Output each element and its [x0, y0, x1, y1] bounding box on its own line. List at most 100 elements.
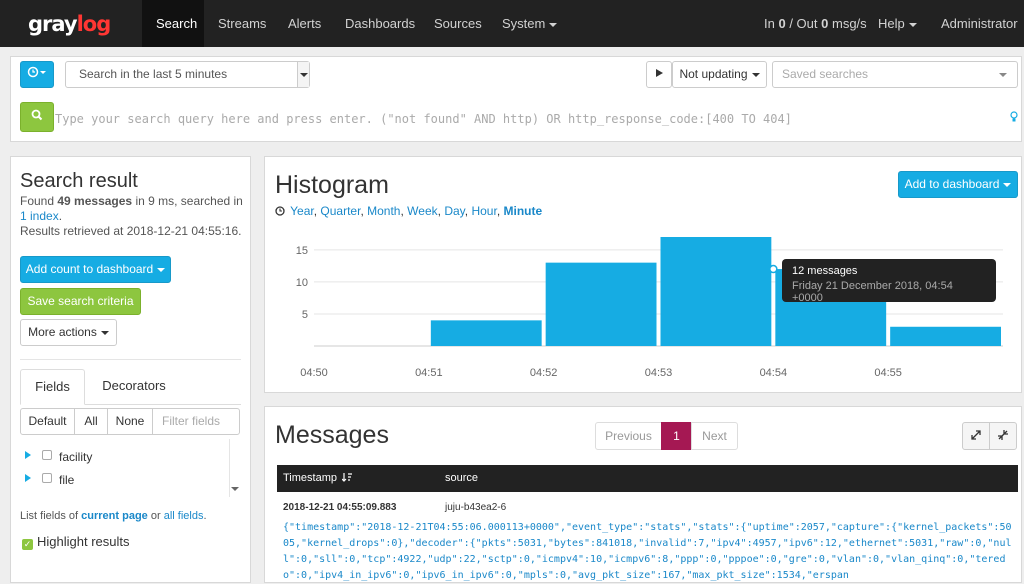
list-fields-prefix: List fields of: [20, 510, 79, 522]
histogram-title: Histogram: [275, 171, 389, 199]
checkbox-checked-icon[interactable]: ✓: [22, 539, 33, 550]
search-submit-button[interactable]: [20, 102, 54, 132]
saved-searches-select[interactable]: Saved searches: [772, 61, 1018, 88]
comma: ,: [313, 204, 318, 218]
nav-alerts[interactable]: Alerts: [274, 0, 335, 47]
chevron-down-icon: [549, 22, 558, 27]
list-fields-of: List fields of current page or all field…: [20, 510, 207, 522]
sort-descending-icon[interactable]: [341, 472, 353, 482]
x-tick-label: 04:54: [760, 367, 788, 379]
nav-sources[interactable]: Sources: [420, 0, 496, 47]
resolution-year[interactable]: Year: [290, 204, 314, 218]
more-actions-label: More actions: [28, 325, 97, 339]
add-to-dashboard-label: Add to dashboard: [904, 177, 1000, 191]
field-list-scrollbar[interactable]: [229, 439, 241, 497]
message-timestamp[interactable]: 2018-12-21 04:55:09.883: [283, 502, 396, 513]
nav-streams[interactable]: Streams: [204, 0, 280, 47]
pager-page-1[interactable]: 1: [661, 422, 692, 450]
found-count: 49 messages: [57, 194, 133, 208]
time-range-select[interactable]: Search in the last 5 minutes: [65, 61, 310, 88]
caret-right-icon[interactable]: [25, 451, 31, 459]
save-search-criteria-button[interactable]: Save search criteria: [20, 288, 141, 315]
resolution-hour[interactable]: Hour: [471, 204, 496, 218]
lightbulb-icon[interactable]: [1010, 111, 1018, 123]
field-checkbox[interactable]: [42, 473, 52, 483]
expand-button[interactable]: [962, 422, 990, 450]
chevron-down-icon: [999, 73, 1007, 77]
histogram-bar[interactable]: [545, 262, 657, 346]
pager-previous[interactable]: Previous: [595, 422, 662, 450]
logo-gray-text: gray: [28, 12, 78, 36]
nav-user-menu[interactable]: Administrator: [927, 0, 1024, 74]
histogram-bar[interactable]: [890, 326, 1001, 346]
clock-icon: [275, 206, 285, 216]
caret-right-icon[interactable]: [25, 474, 31, 482]
expand-icon: [971, 430, 981, 440]
search-query-input[interactable]: Type your search query here and press en…: [55, 108, 985, 130]
chevron-down-icon: [100, 330, 109, 335]
current-page-link[interactable]: current page: [81, 510, 148, 522]
resolution-quarter[interactable]: Quarter: [320, 204, 360, 218]
tab-decorators[interactable]: Decorators: [90, 369, 178, 405]
highlight-results-toggle[interactable]: ✓ Highlight results: [22, 534, 130, 550]
column-timestamp[interactable]: Timestamp: [283, 472, 353, 484]
throughput-in-value: 0: [778, 16, 786, 31]
all-fields-link[interactable]: all fields: [164, 510, 204, 522]
more-actions-button[interactable]: More actions: [20, 319, 117, 346]
field-checkbox[interactable]: [42, 450, 52, 460]
found-prefix: Found: [20, 194, 55, 208]
resolution-week[interactable]: Week: [407, 204, 437, 218]
y-tick-label: 5: [302, 309, 308, 321]
column-source[interactable]: source: [445, 472, 478, 484]
messages-table-header: Timestamp source: [277, 465, 1018, 492]
filter-all-button[interactable]: All: [74, 408, 108, 435]
chevron-down-icon: [157, 267, 166, 272]
search-result-title: Search result: [20, 170, 138, 192]
message-content[interactable]: {"timestamp":"2018-12-21T04:55:06.000113…: [283, 520, 1013, 584]
add-count-label: Add count to dashboard: [25, 262, 154, 276]
histogram-bar[interactable]: [430, 320, 542, 346]
resolution-month[interactable]: Month: [367, 204, 400, 218]
histogram-tooltip: 12 messages Friday 21 December 2018, 04:…: [782, 259, 996, 304]
add-to-dashboard-button[interactable]: Add to dashboard: [898, 171, 1018, 198]
play-icon: [656, 69, 663, 77]
nav-help[interactable]: Help: [864, 0, 931, 47]
collapse-button[interactable]: [989, 422, 1017, 450]
nav-help-label: Help: [878, 16, 905, 31]
nav-system[interactable]: System: [488, 0, 571, 47]
chevron-down-icon: [1003, 182, 1012, 187]
index-link[interactable]: 1 index: [20, 209, 59, 223]
graylog-logo[interactable]: graylog: [28, 12, 112, 36]
retrieved-at: Results retrieved at 2018-12-21 04:55:16…: [20, 224, 242, 238]
throughput-in-label: In: [764, 16, 775, 31]
column-timestamp-label: Timestamp: [283, 472, 337, 484]
pager-next[interactable]: Next: [691, 422, 738, 450]
tab-fields[interactable]: Fields: [20, 369, 85, 405]
found-mid: in 9 ms, searched in: [135, 194, 243, 208]
nav-search[interactable]: Search: [142, 0, 204, 47]
resolution-minute[interactable]: Minute: [504, 204, 543, 218]
filter-fields-input[interactable]: Filter fields: [152, 408, 240, 435]
x-tick-label: 04:52: [530, 367, 558, 379]
play-button[interactable]: [646, 61, 672, 88]
throughput-out-value: 0: [821, 16, 829, 31]
time-range-type-button[interactable]: [20, 61, 54, 88]
histogram-chart[interactable]: 5 10 15 04:50 04:51 04:52 04:53 04:54 04:55: [288, 225, 1018, 385]
collapse-icon: [998, 430, 1008, 440]
histogram-bar[interactable]: [660, 237, 772, 346]
logo-log-text: log: [76, 12, 112, 36]
x-tick-label: 04:51: [415, 367, 443, 379]
y-tick-label: 10: [296, 277, 308, 289]
add-count-to-dashboard-button[interactable]: Add count to dashboard: [20, 256, 171, 283]
nav-user-label: Administrator: [941, 16, 1018, 31]
period: .: [203, 510, 207, 522]
filter-default-button[interactable]: Default: [20, 408, 75, 435]
refresh-interval-dropdown[interactable]: Not updating: [672, 61, 767, 88]
search-result-summary: Found 49 messages in 9 ms, searched in 1…: [20, 194, 245, 239]
filter-none-button[interactable]: None: [107, 408, 153, 435]
messages-title: Messages: [275, 421, 389, 449]
nav-dashboards[interactable]: Dashboards: [331, 0, 429, 47]
or-text: or: [150, 510, 161, 522]
resolution-day[interactable]: Day: [444, 204, 464, 218]
chevron-down-icon: [231, 487, 239, 491]
